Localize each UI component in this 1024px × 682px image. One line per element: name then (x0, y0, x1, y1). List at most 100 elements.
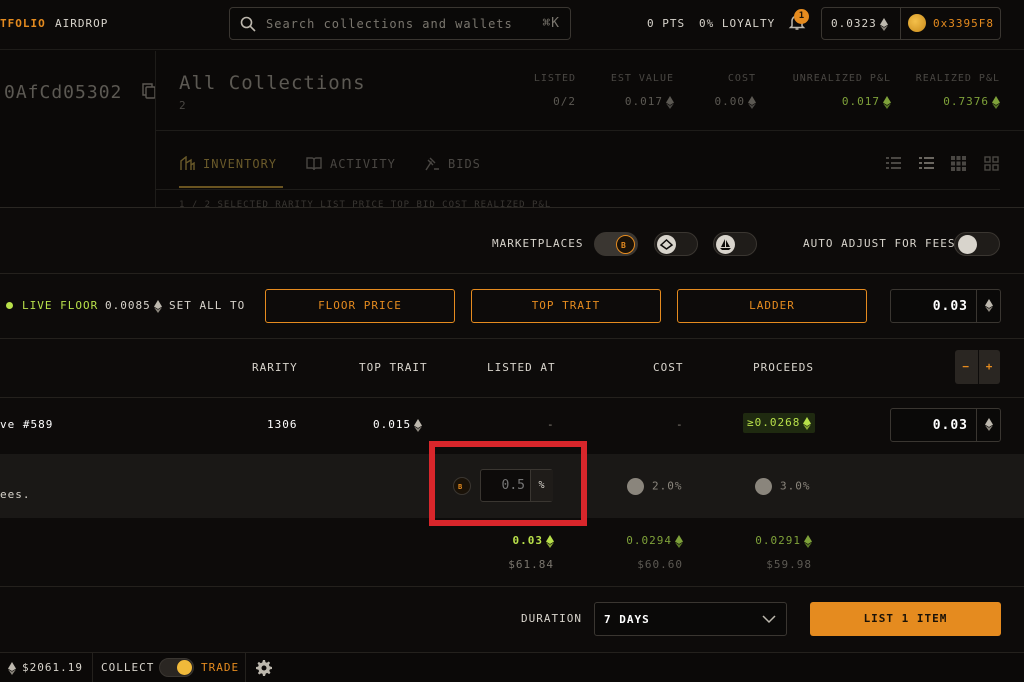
eth-icon (414, 418, 423, 432)
wallet-balance: 0.0323 (831, 17, 888, 31)
fees-description: ees. (0, 488, 31, 501)
stat-listed: LISTED 0/2 (533, 73, 576, 108)
set-all-price-input[interactable]: 0.03 (890, 289, 1001, 323)
ladder-button[interactable]: LADDER (677, 289, 867, 323)
list-view-icon[interactable] (886, 156, 901, 171)
grid-small-icon[interactable] (951, 156, 966, 171)
gear-icon[interactable] (256, 660, 272, 676)
floor-price-button[interactable]: FLOOR PRICE (265, 289, 455, 323)
top-trait-button[interactable]: TOP TRAIT (471, 289, 661, 323)
column-header-rarity: RARITY (252, 361, 298, 374)
toggle-knob (177, 660, 192, 675)
stat-est-value: EST VALUE 0.017 (610, 73, 674, 109)
total-opensea: 0.0294 $60.60 (626, 534, 683, 571)
wallet-address: 0x3395F8 (933, 17, 994, 30)
eth-icon (879, 17, 888, 31)
stat-unrealized-pnl: UNREALIZED P&L 0.017 (792, 73, 891, 109)
trade-mode-label[interactable]: TRADE (201, 661, 239, 674)
eth-price: $2061.19 (8, 661, 83, 675)
divider (0, 586, 1024, 587)
compact-list-icon[interactable] (919, 156, 934, 171)
divider (155, 130, 1024, 131)
footer-bar: $2061.19 COLLECT TRADE (0, 652, 1024, 682)
item-rarity: 1306 (267, 418, 298, 431)
looksrare-fee: 3.0% (755, 478, 811, 495)
eth-icon (883, 95, 891, 109)
total-looksrare: 0.0291 $59.98 (755, 534, 812, 571)
eth-icon (546, 534, 554, 548)
divider (0, 273, 1024, 274)
wallet-box[interactable]: 0.0323 0x3395F8 (821, 7, 1001, 40)
tab-bids[interactable]: BIDS (424, 156, 481, 171)
eth-icon (153, 299, 162, 313)
eth-icon (976, 409, 1000, 441)
divider (245, 653, 246, 682)
item-proceeds: ≥0.0268 (743, 413, 816, 433)
live-floor-label: LIVE FLOOR (22, 299, 99, 312)
avatar (908, 14, 926, 32)
blur-icon: B (616, 235, 635, 254)
eth-icon (804, 534, 812, 548)
column-header-cost: COST (653, 361, 684, 374)
looksrare-marketplace-toggle[interactable] (713, 232, 757, 256)
stat-cost: COST 0.00 (714, 73, 756, 109)
search-icon (240, 16, 256, 32)
highlight-annotation (429, 441, 587, 526)
toggle-knob (958, 235, 977, 254)
profile-address: 0AfCd05302 (4, 82, 123, 103)
blur-marketplace-toggle[interactable]: B (594, 232, 638, 256)
divider (0, 397, 1024, 398)
eth-icon (748, 95, 756, 109)
opensea-icon (627, 478, 644, 495)
live-indicator (6, 302, 13, 309)
live-floor-value: 0.0085 (105, 299, 162, 313)
opensea-fee: 2.0% (627, 478, 683, 495)
item-price-input[interactable]: 0.03 (890, 408, 1001, 442)
auto-adjust-toggle[interactable] (954, 232, 1000, 256)
tab-underline (179, 186, 283, 188)
divider (155, 189, 1000, 190)
nav-airdrop[interactable]: AIRDROP (55, 17, 108, 30)
duration-label: DURATION (521, 612, 582, 625)
eth-icon (666, 95, 674, 109)
eth-icon (8, 661, 16, 675)
item-top-trait: 0.015 (373, 418, 423, 432)
nav-portfolio[interactable]: TFOLIO (0, 17, 46, 30)
item-listed-at: - (547, 418, 555, 431)
opensea-icon (657, 235, 676, 254)
divider (155, 51, 156, 207)
wallet-divider (900, 8, 901, 39)
duration-select[interactable]: 7 DAYS (594, 602, 787, 636)
eth-icon (675, 534, 683, 548)
copy-icon[interactable] (142, 83, 156, 99)
eth-icon (803, 416, 812, 430)
mode-toggle[interactable] (159, 658, 194, 677)
marketplaces-label: MARKETPLACES (492, 237, 584, 250)
top-bar: TFOLIO AIRDROP ⌘K 0 PTS 0% LOYALTY 1 0.0… (0, 0, 1024, 50)
column-header-top-trait: TOP TRAIT (359, 361, 428, 374)
tab-activity[interactable]: ACTIVITY (306, 156, 396, 171)
book-icon (306, 157, 322, 171)
item-name: ve #589 (0, 418, 54, 431)
chevron-down-icon (762, 615, 776, 624)
column-header-listed-at: LISTED AT (487, 361, 556, 374)
duration-value: 7 DAYS (604, 613, 650, 626)
decrease-button[interactable]: − (955, 350, 977, 384)
increase-button[interactable]: + (978, 350, 1000, 384)
grid-large-icon[interactable] (984, 156, 999, 171)
tab-inventory[interactable]: INVENTORY (179, 156, 277, 171)
divider (0, 338, 1024, 339)
notification-badge: 1 (794, 9, 809, 24)
inventory-icon (180, 156, 195, 170)
stat-realized-pnl: REALIZED P&L 0.7376 (915, 73, 1000, 109)
sailboat-icon (755, 478, 772, 495)
set-all-label: SET ALL TO (169, 299, 246, 312)
search-shortcut: ⌘K (542, 16, 560, 31)
search-box[interactable]: ⌘K (229, 7, 571, 40)
list-items-button[interactable]: LIST 1 ITEM (810, 602, 1001, 636)
points-counter[interactable]: 0 PTS (647, 17, 685, 30)
collect-mode-label[interactable]: COLLECT (101, 661, 154, 674)
loyalty-counter[interactable]: 0% LOYALTY (699, 17, 775, 30)
opensea-marketplace-toggle[interactable] (654, 232, 698, 256)
search-input[interactable] (266, 8, 526, 39)
